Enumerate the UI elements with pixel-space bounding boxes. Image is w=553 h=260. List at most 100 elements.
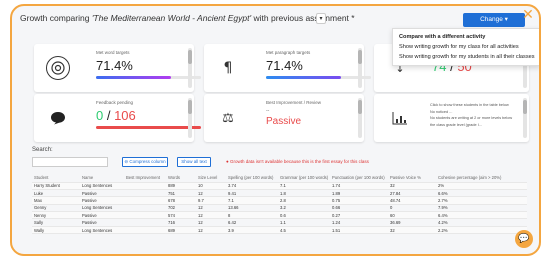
table-cell: 2%: [436, 182, 527, 190]
column-header[interactable]: Passive Voice %: [388, 174, 436, 183]
page-title: Growth comparing 'The Mediterranean Worl…: [20, 13, 355, 23]
table-cell: 678: [166, 196, 196, 205]
column-header[interactable]: Grammar (per 100 words): [278, 174, 330, 183]
table-row[interactable]: Harry Student Long Sentences 889 10 3.74 7.1 1…: [32, 182, 527, 190]
table-cell: 1.89: [330, 189, 388, 198]
table-cell: 9.41: [226, 189, 278, 198]
table-cell: Harry Student: [32, 182, 80, 190]
card-feedback[interactable]: Feedback pending 0 / 106: [34, 94, 201, 142]
table-cell: Passive: [80, 189, 124, 198]
table-cell: 1.24: [330, 218, 388, 227]
menu-item-students-growth[interactable]: Show writing growth for my students in a…: [399, 52, 535, 62]
card-value: 0 / 106: [96, 108, 136, 123]
table-cell: Long Sentences: [80, 182, 124, 190]
table-cell: 32: [388, 226, 436, 235]
card-paragraph-targets[interactable]: ¶ Met paragraph targets 71.4%: [204, 44, 371, 92]
compress-columns-button[interactable]: ⊖ Compress column: [122, 157, 168, 167]
table-cell: 3.74: [226, 182, 278, 190]
title-prefix: Growth comparing: [20, 13, 92, 23]
card-scrollbar[interactable]: [188, 48, 192, 88]
table-cell: 10: [196, 182, 226, 190]
table-cell: Wally: [32, 226, 80, 235]
table-cell: 1.1: [278, 218, 330, 227]
table-header-row: Student Name Best Improvement Words Size Lev…: [32, 174, 527, 183]
speech-bubble-icon: [46, 106, 70, 130]
chat-icon[interactable]: 💬: [515, 230, 533, 248]
table-cell: 1.8: [278, 189, 330, 198]
table-cell: 7.1: [226, 196, 278, 205]
value-sep: /: [103, 108, 115, 123]
info-line: the class grade level (grade I...: [430, 122, 482, 127]
table-row[interactable]: Sally Passive 716 12 6.42 1.1 1.24 36.69 4.2%: [32, 218, 527, 227]
pilcrow-icon: ¶: [223, 60, 233, 76]
table-cell: Passive: [80, 196, 124, 205]
table-cell: 0.6: [278, 211, 330, 220]
table-cell: 12: [196, 211, 226, 220]
table-row[interactable]: Nenny Passive 574 12 8 0.6 0.27 60 6.4%: [32, 211, 527, 220]
scales-icon: ⚖: [222, 110, 234, 126]
table-cell: 13.66: [226, 204, 278, 213]
column-header[interactable]: Cohesive percentage (aim > 20%): [436, 174, 527, 183]
table-cell: 3.2: [278, 204, 330, 213]
card-scrollbar[interactable]: [523, 98, 527, 138]
column-header[interactable]: Punctuation (per 100 words): [330, 174, 388, 183]
table-cell: 4.2%: [436, 218, 527, 227]
table-cell: 689: [166, 226, 196, 235]
table-cell: [124, 196, 166, 205]
value-b: 106: [114, 108, 136, 123]
table-cell: Sally: [32, 218, 80, 227]
menu-item-compare[interactable]: Compare with a different activity: [399, 32, 533, 42]
header: Growth comparing 'The Mediterranean Worl…: [20, 10, 535, 28]
table-row[interactable]: Luke Passive 751 12 9.41 1.8 1.89 27.84 6.6%: [32, 189, 527, 198]
progress-fill: [266, 76, 341, 79]
search-label: Search:: [32, 147, 53, 153]
info-line: Click to show these students in the tabl…: [430, 103, 509, 107]
table-cell: 0: [388, 204, 436, 213]
column-header[interactable]: Best Improvement: [124, 174, 166, 183]
card-scrollbar[interactable]: [358, 98, 362, 138]
table-cell: 48.74: [388, 196, 436, 205]
table-cell: 716: [166, 218, 196, 227]
column-header[interactable]: Student: [32, 174, 80, 183]
card-value: 71.4%: [266, 58, 303, 73]
table-cell: 7.9%: [436, 204, 527, 213]
table-cell: 2.2%: [436, 226, 527, 235]
table-cell: Long Sentences: [80, 226, 124, 235]
card-info[interactable]: Click to show these students in the tabl…: [374, 94, 529, 142]
table-cell: 6.6%: [436, 189, 527, 198]
title-dropdown-icon[interactable]: ▾: [316, 13, 326, 24]
column-header[interactable]: Spelling (per 100 words): [226, 174, 278, 183]
table-cell: 1.74: [330, 182, 388, 190]
close-icon[interactable]: ✕: [521, 8, 535, 22]
table-cell: 2.8: [278, 196, 330, 205]
modal-frame: Growth comparing 'The Mediterranean Worl…: [10, 4, 541, 256]
card-scrollbar[interactable]: [358, 48, 362, 88]
card-label: Met paragraph targets: [266, 50, 311, 55]
change-button[interactable]: Change ▾: [463, 13, 525, 27]
card-value: 71.4%: [96, 58, 133, 73]
table-row[interactable]: Genny Long Sentences 702 12 13.66 3.2 0.66 0 7.9…: [32, 204, 527, 213]
show-all-text-button[interactable]: Show all text: [177, 157, 211, 167]
card-scrollbar[interactable]: [188, 98, 192, 138]
card-word-targets[interactable]: Met word targets 71.4%: [34, 44, 201, 92]
table-cell: 751: [166, 189, 196, 198]
table-row[interactable]: Wally Long Sentences 689 12 3.9 4.5 1.51 32 2.2%: [32, 226, 527, 235]
table-cell: Genny: [32, 204, 80, 213]
progress-fill: [96, 76, 171, 79]
table-row[interactable]: Max Passive 678 9.7 7.1 2.8 0.75 48.74 2.7%: [32, 196, 527, 205]
column-header[interactable]: Name: [80, 174, 124, 183]
table-cell: [124, 189, 166, 198]
table-cell: [124, 204, 166, 213]
menu-item-class-growth[interactable]: Show writing growth for my class for all…: [399, 42, 533, 52]
search-input[interactable]: [32, 157, 108, 167]
chart-icon: [388, 106, 412, 130]
table-cell: 12: [196, 226, 226, 235]
table-cell: [124, 218, 166, 227]
table-cell: 12: [196, 204, 226, 213]
table-cell: 0.66: [330, 204, 388, 213]
card-value: Passive: [266, 116, 302, 127]
column-header[interactable]: Words: [166, 174, 196, 183]
column-header[interactable]: Size Level: [196, 174, 226, 183]
card-best-improvement[interactable]: ⚖ Best Improvement / Review -- Passive: [204, 94, 364, 142]
students-table: Student Name Best Improvement Words Size Lev…: [32, 174, 527, 235]
